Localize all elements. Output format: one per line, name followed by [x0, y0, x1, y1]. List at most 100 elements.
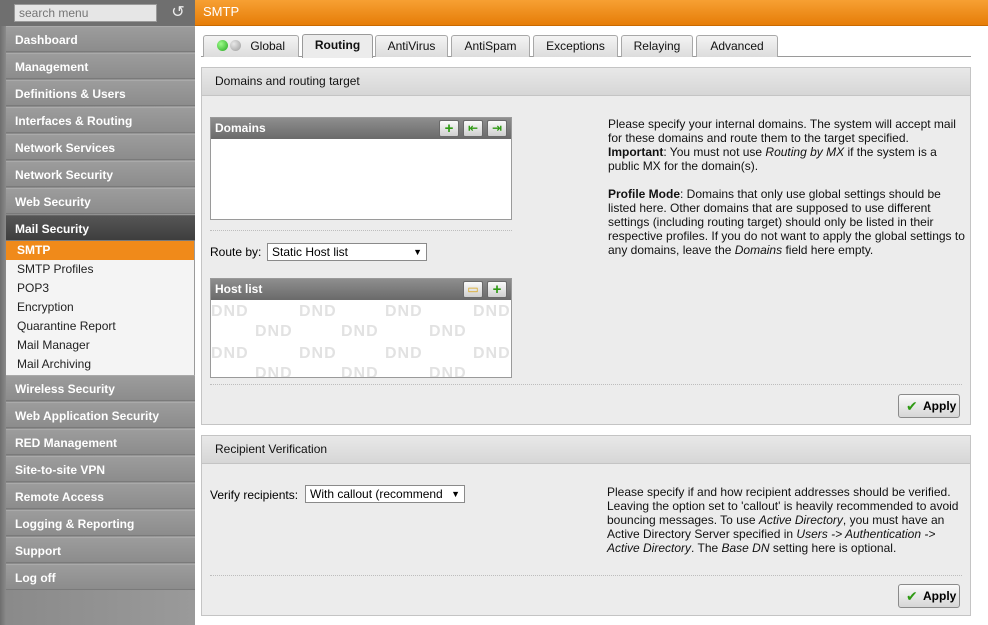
help-emphasis: Domains — [734, 243, 783, 257]
search-input[interactable] — [14, 4, 157, 22]
sub-item-smtp-profiles[interactable]: SMTP Profiles — [6, 260, 194, 279]
divider — [210, 575, 962, 576]
host-list-box-title: Host list ▭ + — [211, 279, 511, 300]
dnd-watermark: DND — [299, 345, 337, 362]
routing-apply-button[interactable]: ✔ Apply — [898, 394, 960, 418]
dnd-watermark: DND — [341, 323, 379, 340]
tab-advanced[interactable]: Advanced — [696, 35, 778, 57]
nav-logging-reporting[interactable]: Logging & Reporting — [6, 510, 195, 536]
verify-recipients-select[interactable]: With callout (recommend ▼ — [305, 485, 465, 503]
dropdown-arrow-icon: ▼ — [413, 247, 422, 257]
dnd-watermark: DND — [211, 345, 249, 362]
help-text: : You must not use — [663, 145, 766, 159]
dnd-watermark: DND — [255, 323, 293, 340]
divider — [210, 384, 962, 385]
verify-recipients-value: With callout (recommend — [310, 487, 443, 501]
status-off-icon — [229, 40, 241, 51]
folder-icon[interactable]: ▭ — [463, 281, 483, 298]
recipient-apply-button[interactable]: ✔ Apply — [898, 584, 960, 608]
host-list-title-label: Host list — [215, 282, 263, 296]
help-paragraph: Profile Mode: Domains that only use glob… — [608, 187, 966, 257]
tab-exceptions[interactable]: Exceptions — [533, 35, 618, 57]
dnd-watermark: DND — [473, 303, 511, 320]
help-text: setting here is optional. — [769, 541, 897, 555]
nav-mail-security[interactable]: Mail Security — [6, 215, 195, 241]
status-on-icon — [216, 40, 228, 51]
help-emphasis: Base DN — [721, 541, 770, 555]
domains-box[interactable]: Domains + ⇤ ⇥ — [210, 117, 512, 220]
nav-network-security[interactable]: Network Security — [6, 161, 195, 187]
nav-interfaces-routing[interactable]: Interfaces & Routing — [6, 107, 195, 133]
divider — [210, 230, 512, 231]
nav-log-off[interactable]: Log off — [6, 564, 195, 590]
import-icon[interactable]: ⇤ — [463, 120, 483, 137]
help-profile-mode: Profile Mode — [608, 187, 681, 201]
route-by-value: Static Host list — [272, 245, 349, 259]
nav-web-security[interactable]: Web Security — [6, 188, 195, 214]
checkmark-icon: ✔ — [906, 398, 918, 414]
tab-global[interactable]: Global — [203, 35, 299, 57]
export-icon[interactable]: ⇥ — [487, 120, 507, 137]
dnd-watermark: DND — [385, 345, 423, 362]
domains-title-label: Domains — [215, 121, 266, 135]
nav-red-management[interactable]: RED Management — [6, 429, 195, 455]
dnd-watermark: DND — [299, 303, 337, 320]
help-emphasis: Active Directory — [758, 513, 843, 527]
dnd-watermark: DND — [385, 303, 423, 320]
tab-antispam[interactable]: AntiSpam — [451, 35, 530, 57]
dnd-watermark: DND — [255, 365, 293, 378]
recipient-panel-title: Recipient Verification — [202, 436, 970, 464]
tab-routing[interactable]: Routing — [302, 34, 373, 58]
help-emphasis: Routing by MX — [765, 145, 845, 159]
mail-security-submenu: SMTP SMTP Profiles POP3 Encryption Quara… — [6, 241, 194, 376]
undo-icon[interactable]: ↺ — [168, 3, 188, 23]
dnd-watermark: DND — [473, 345, 511, 362]
help-paragraph: Please specify your internal domains. Th… — [608, 117, 966, 173]
tab-bar: Global Routing AntiVirus AntiSpam Except… — [195, 26, 988, 58]
verify-recipients-label: Verify recipients: — [210, 488, 299, 502]
sub-item-pop3[interactable]: POP3 — [6, 279, 194, 298]
sidebar: ↺ Dashboard Management Definitions & Use… — [0, 0, 195, 625]
routing-help-text: Please specify your internal domains. Th… — [608, 117, 966, 271]
tab-global-label: Global — [250, 39, 286, 53]
tab-antivirus[interactable]: AntiVirus — [375, 35, 448, 57]
help-text: Please specify your internal domains. Th… — [608, 117, 956, 145]
nav-network-services[interactable]: Network Services — [6, 134, 195, 160]
dnd-watermark: DND — [429, 323, 467, 340]
nav-wireless-security[interactable]: Wireless Security — [6, 375, 195, 401]
page-title: SMTP — [195, 0, 988, 26]
dropdown-arrow-icon: ▼ — [451, 489, 460, 499]
route-by-select[interactable]: Static Host list ▼ — [267, 243, 427, 261]
scrollbar-track[interactable] — [980, 26, 988, 625]
nav-management[interactable]: Management — [6, 53, 195, 79]
sub-item-quarantine-report[interactable]: Quarantine Report — [6, 317, 194, 336]
dnd-watermark: DND — [211, 303, 249, 320]
dnd-watermark: DND — [429, 365, 467, 378]
tab-relaying[interactable]: Relaying — [621, 35, 693, 57]
apply-label: Apply — [923, 399, 957, 413]
nav-support[interactable]: Support — [6, 537, 195, 563]
add-domain-icon[interactable]: + — [439, 120, 459, 137]
nav-web-application-security[interactable]: Web Application Security — [6, 402, 195, 428]
recipient-help-text: Please specify if and how recipient addr… — [607, 485, 967, 555]
host-list-box[interactable]: Host list ▭ + DND DND DND DND DND DND DN… — [210, 278, 512, 378]
add-host-icon[interactable]: + — [487, 281, 507, 298]
nav-dashboard[interactable]: Dashboard — [6, 26, 195, 52]
checkmark-icon: ✔ — [906, 588, 918, 604]
sub-item-mail-manager[interactable]: Mail Manager — [6, 336, 194, 355]
help-text: field here empty. — [782, 243, 874, 257]
help-text: . The — [691, 541, 722, 555]
domains-box-title: Domains + ⇤ ⇥ — [211, 118, 511, 139]
search-row: ↺ — [0, 0, 195, 26]
nav-site-to-site-vpn[interactable]: Site-to-site VPN — [6, 456, 195, 482]
nav-definitions-users[interactable]: Definitions & Users — [6, 80, 195, 106]
routing-panel: Domains and routing target Domains + ⇤ ⇥… — [201, 67, 971, 425]
sub-item-smtp[interactable]: SMTP — [6, 241, 194, 260]
nav-remote-access[interactable]: Remote Access — [6, 483, 195, 509]
routing-panel-title: Domains and routing target — [202, 68, 970, 96]
route-by-label: Route by: — [210, 245, 262, 259]
sub-item-encryption[interactable]: Encryption — [6, 298, 194, 317]
sub-item-mail-archiving[interactable]: Mail Archiving — [6, 355, 194, 374]
recipient-verification-panel: Recipient Verification Verify recipients… — [201, 435, 971, 616]
help-important: Important — [608, 145, 664, 159]
